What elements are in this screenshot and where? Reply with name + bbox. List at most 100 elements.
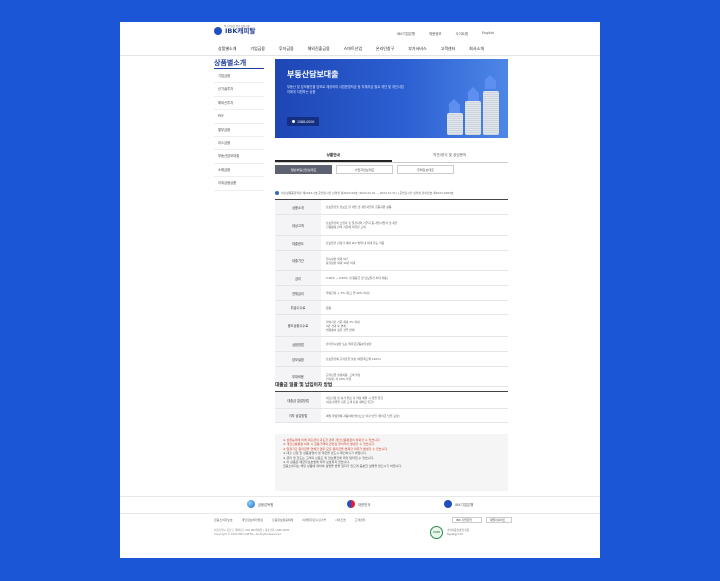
ibk-logo[interactable]: 중소기업을 위한 종합금융 IBK캐피탈	[214, 25, 256, 35]
banner-description: 부동산 및 담보물건을 담보로 제공하여 사업운영자금 등 자체자금 필요 개인…	[287, 85, 404, 94]
coin-stack	[465, 101, 481, 135]
product-banner: 부동산담보대출 부동산 및 담보물건을 담보로 제공하여 사업운영자금 등 자체…	[275, 59, 508, 138]
table-header-cell: 취급수수료	[275, 301, 321, 314]
product-tabs: 상품안내 약관/양식 및 상담문의	[275, 149, 508, 163]
certification: CCM 소비자중심경영 인증 Synergy Ltd	[430, 526, 469, 539]
fss-logo-icon	[246, 500, 255, 508]
table-header-cell: 대출기간	[275, 251, 321, 270]
table-cell: 만기일시상환 또는 원리금균등분할상환	[326, 342, 372, 346]
gnb-item[interactable]: 부가서비스	[408, 46, 426, 52]
table-header-cell: 담보설정	[275, 352, 321, 366]
select-value: IBK 기업은행	[456, 518, 472, 522]
utility-link[interactable]: 채용정보	[429, 31, 441, 36]
lnb-item[interactable]: 신기술투자	[214, 83, 264, 97]
lnb-item[interactable]: 이외금융상품	[214, 177, 264, 191]
table-header-cell: 금리	[275, 271, 321, 285]
cert-text: 소비자중심경영 인증 Synergy Ltd	[447, 528, 470, 536]
korea-logo-icon	[347, 500, 356, 508]
table-cell: 매월 약정일에 자동이체 방식으로 이자 납입 (원리금 납입 포함)	[326, 413, 400, 418]
page-frame: 중소기업을 위한 종합금융 IBK캐피탈 IBK기업은행 채용정보 사이트맵 E…	[120, 22, 600, 558]
gnb-divider	[120, 55, 600, 56]
gnb-item[interactable]: 해외진출금융	[308, 46, 330, 52]
gnb-item[interactable]: 투자금융	[279, 46, 294, 52]
coin-stack	[483, 91, 499, 135]
family-site-select[interactable]: IBK 기업은행	[452, 517, 482, 523]
table-cell: 5.00% ~ 9.50% (신용등급 및 담보물건 따라 차등)	[326, 276, 388, 280]
house-icon	[448, 99, 460, 113]
table-row: 취급수수료 없음	[275, 301, 508, 315]
logo-text: IBK캐피탈	[225, 26, 256, 35]
table-cell: 잔여기간 기준 최대 2% 이내 3년 경과 후 면제 법령에서 정한 경우 면…	[326, 319, 360, 332]
ibk-bank-logo-icon	[444, 500, 453, 508]
footer-address: 서울특별시 강남구 테헤란로 000 IBK캐피탈 | 대표전화 1588-00…	[214, 529, 290, 536]
table-row: 연체금리 약정금리 + 3% (최고 연 20% 이내)	[275, 286, 508, 301]
coins-houses-illustration	[443, 67, 505, 135]
footer-link[interactable]: 개인정보처리방침	[242, 518, 263, 522]
section-title: 대출금 일괄 및 납입이자 방법	[275, 383, 333, 388]
utility-link[interactable]: IBK기업은행	[397, 31, 415, 36]
lnb-item[interactable]: 리스금융	[214, 137, 264, 151]
table-header-cell: 상환방법	[275, 337, 321, 351]
table-header-cell: 이자 납입방법	[275, 409, 321, 422]
gnb-item[interactable]: 회사소개	[469, 46, 484, 52]
partner-name: IBK기업은행	[455, 502, 474, 507]
table-row: 상품소개 담보물건을 담보로 한 개인 및 개인사업자 금융지원 상품	[275, 200, 508, 215]
lnb-item[interactable]: 기업금융	[214, 70, 264, 84]
table-cell: 담보물건 감정가 대비 LTV 범위 내 최대 한도 적용	[326, 241, 385, 245]
notice-text: 여신상품종합약관 제2023-1호 준법감시인 심의필 제2023-00호 (2…	[281, 191, 454, 195]
table-cell: 일시상환 최대 5년 분할상환 최대 10년 이내	[326, 256, 356, 265]
table-cell: 대출신청 및 심사 완료 후 약정 체결 시 일괄 입금 (대출실행일 기준 고…	[326, 396, 383, 404]
table-row: 담보설정 담보물건에 근저당권 설정 (채권최고액 120%)	[275, 352, 508, 367]
partner-logo[interactable]: IBK기업은행	[444, 499, 473, 509]
partner-name: 금융감독원	[257, 502, 274, 507]
subtab[interactable]: 주택담보대출	[397, 165, 454, 174]
lnb-item[interactable]: 부동산담보대출	[214, 150, 264, 164]
table-row: 대출금 일괄방법 대출신청 및 심사 완료 후 약정 체결 시 일괄 입금 (대출…	[275, 392, 508, 409]
footer-link[interactable]: 신용정보활용체제	[272, 518, 293, 522]
tab-terms[interactable]: 약관/양식 및 상담문의	[392, 149, 509, 162]
lnb-item[interactable]: 해외신투자	[214, 97, 264, 111]
gnb-item[interactable]: 상품별소개	[218, 46, 236, 52]
table-header-cell: 대출금 일괄방법	[275, 392, 321, 408]
tab-product-info[interactable]: 상품안내	[275, 149, 392, 162]
table-row: 대출한도 담보물건 감정가 대비 LTV 범위 내 최대 한도 적용	[275, 236, 508, 251]
utility-link[interactable]: English	[482, 31, 494, 36]
subtab[interactable]: 사업자담보대출	[336, 165, 393, 174]
utility-nav: IBK기업은행 채용정보 사이트맵 English	[397, 31, 494, 36]
ibk-logo-icon	[214, 27, 222, 35]
banner-title: 부동산담보대출	[287, 70, 339, 79]
lnb-item[interactable]: 소매금융	[214, 164, 264, 178]
caution-line: 금융소비자는 해당 상품에 대하여 설명을 받을 권리가 있으며 충분한 설명을…	[283, 464, 403, 469]
gnb-item[interactable]: 고객센터	[441, 46, 456, 52]
sub-tabs: 일반부동산담보대출 사업자담보대출 주택담보대출	[275, 165, 454, 174]
table-cell: 담보물건을 담보로 한 개인 및 개인사업자 금융지원 상품	[326, 205, 392, 209]
house-icon	[484, 75, 496, 89]
gnb-item[interactable]: 기업금융	[250, 46, 265, 52]
table-header-cell: 연체금리	[275, 286, 321, 300]
related-site-select[interactable]: 패밀리사이트	[486, 517, 512, 523]
gnb-item[interactable]: 온라인창구	[376, 46, 394, 52]
footer-link[interactable]: 금융소비자보호	[214, 518, 233, 522]
partner-logo[interactable]: 대한민국	[347, 499, 371, 509]
footer-link[interactable]: 사이트맵	[335, 518, 346, 522]
table-header-cell: 대출한도	[275, 236, 321, 250]
caution-box: ※ 상환능력에 비해 대출금이 과도할 경우 개인신용평점이 하락할 수 있습니…	[275, 434, 508, 491]
footer-links: 금융소비자보호 개인정보처리방침 신용정보활용체제 이메일무단수집거부 사이트맵…	[214, 518, 365, 522]
phone-number: 1588-0000	[297, 119, 315, 124]
table-header-cell: 대상고객	[275, 215, 321, 235]
phone-button[interactable]: 1588-0000	[287, 117, 320, 126]
table-cell: 없음	[326, 305, 332, 310]
partner-logos: 금융감독원 대한민국 IBK기업은행	[120, 499, 600, 509]
table-cell: 담보물건의 소유자 및 물건지역 거주자 중 개인사업자 및 개인 신용평점 관…	[326, 221, 398, 229]
footer-link[interactable]: 이메일무단수집거부	[302, 518, 326, 522]
gnb-item[interactable]: 스마트산업	[344, 46, 362, 52]
table-row: 중도상환수수료 잔여기간 기준 최대 2% 이내 3년 경과 후 면제 법령에서 …	[275, 315, 508, 337]
lnb-item[interactable]: PEF	[214, 110, 264, 124]
subtab[interactable]: 일반부동산담보대출	[275, 165, 332, 174]
footer-link[interactable]: 고객센터	[355, 518, 366, 522]
table-row: 대상고객 담보물건의 소유자 및 물건지역 거주자 중 개인사업자 및 개인 신용…	[275, 215, 508, 236]
table-cell: 근저당권 설정비용: 고객 부담 인지세: 각 50% 부담	[326, 372, 361, 381]
partner-logo[interactable]: 금융감독원	[246, 499, 274, 509]
utility-link[interactable]: 사이트맵	[456, 31, 468, 36]
lnb-item[interactable]: 할부금융	[214, 124, 264, 137]
